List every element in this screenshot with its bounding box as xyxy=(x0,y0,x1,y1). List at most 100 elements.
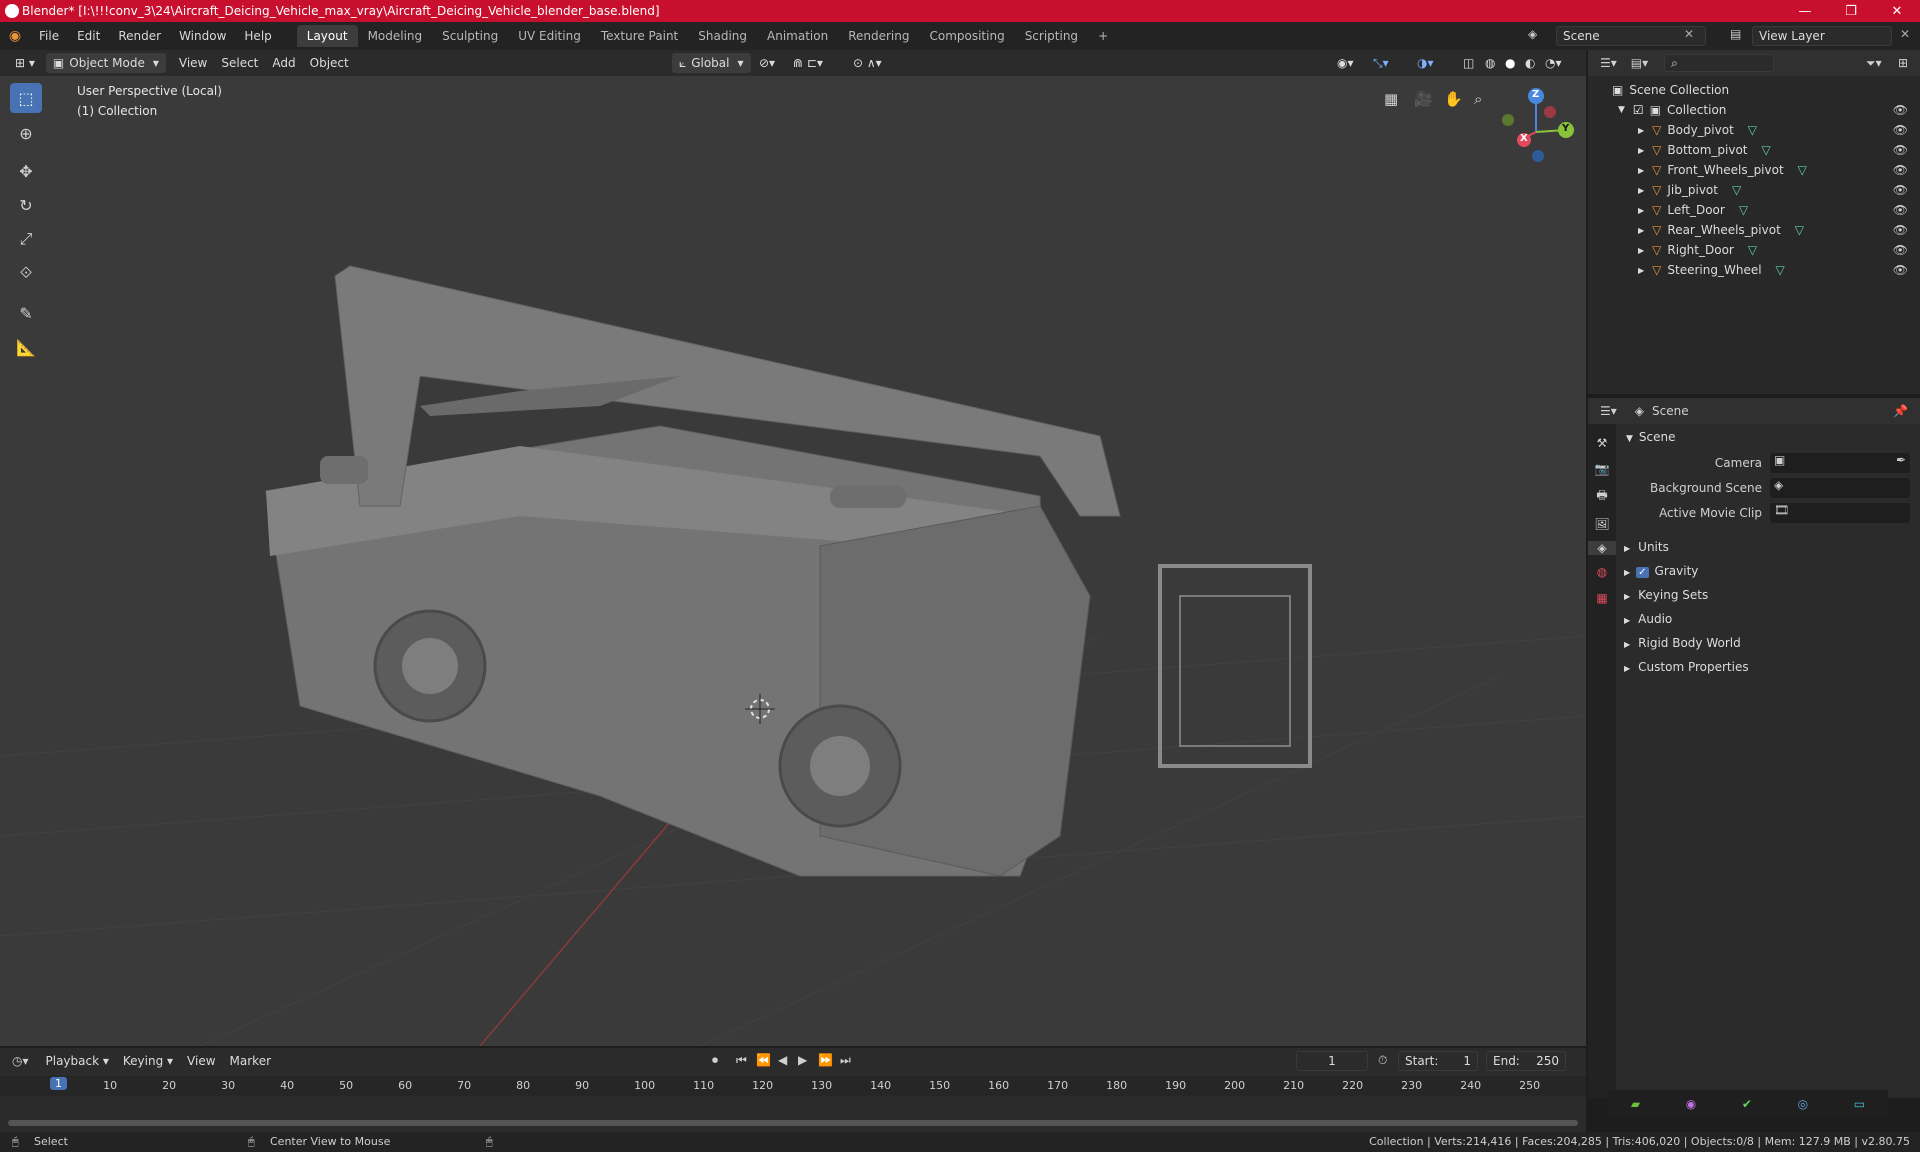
shading-rendered-icon[interactable]: ◔▾ xyxy=(1538,53,1569,73)
menu-view[interactable]: View xyxy=(172,53,214,73)
object-mode-dropdown[interactable]: ▣ Object Mode ▾ xyxy=(45,53,166,73)
gizmo-neg-x-icon[interactable] xyxy=(1544,106,1556,118)
active-movie-clip-field[interactable]: 🎞 xyxy=(1770,503,1910,523)
display-mode-icon[interactable]: ▤▾ xyxy=(1631,56,1648,70)
scene-selector-icon[interactable]: ◈ xyxy=(1528,27,1537,41)
expand-arrow-icon[interactable]: ▶ xyxy=(1638,126,1644,135)
view-layer-field[interactable]: View Layer xyxy=(1752,26,1892,46)
stopwatch-icon[interactable]: ⏱ xyxy=(1378,1053,1387,1068)
tab-animation[interactable]: Animation xyxy=(757,25,838,47)
start-frame-field[interactable]: Start: 1 xyxy=(1398,1051,1478,1071)
camera-field[interactable]: ▣ ✒ xyxy=(1770,453,1910,473)
end-frame-field[interactable]: End: 250 xyxy=(1486,1051,1566,1071)
expand-arrow-icon[interactable]: ▶ xyxy=(1638,146,1644,155)
world-tab-icon[interactable]: ◍ xyxy=(1588,565,1616,579)
rotate-tool-icon[interactable]: ↻ xyxy=(10,190,42,220)
minimize-button[interactable]: — xyxy=(1782,0,1828,22)
eyedropper-icon[interactable]: ✒ xyxy=(1896,453,1906,467)
timeline-scrollbar[interactable] xyxy=(8,1120,1578,1126)
outliner-row-body-pivot[interactable]: ▶ ▽ Body_pivot ▽ 👁 xyxy=(1588,120,1920,140)
gravity-section[interactable]: ▶ ✓ Gravity xyxy=(1624,564,1698,578)
maximize-button[interactable]: ❐ xyxy=(1828,0,1874,22)
scene-section-header[interactable]: ▼ Scene xyxy=(1626,430,1676,444)
tab-modeling[interactable]: Modeling xyxy=(358,25,433,47)
properties-editor-type-icon[interactable]: ☰▾ xyxy=(1600,404,1617,418)
close-scene-icon[interactable]: ✕ xyxy=(1684,27,1694,41)
background-scene-field[interactable]: ◈ xyxy=(1770,478,1910,498)
tab-sculpting[interactable]: Sculpting xyxy=(432,25,508,47)
menu-render[interactable]: Render xyxy=(109,29,170,43)
keying-sets-section[interactable]: ▶ Keying Sets xyxy=(1624,588,1708,602)
outliner-row-steering-wheel[interactable]: ▶ ▽ Steering_Wheel ▽ 👁 xyxy=(1588,260,1920,280)
current-frame-marker[interactable]: 1 xyxy=(50,1077,67,1090)
expand-arrow-icon[interactable]: ▶ xyxy=(1638,166,1644,175)
pan-view-hand-icon[interactable]: ✋ xyxy=(1444,90,1463,108)
gizmo-neg-z-icon[interactable] xyxy=(1532,150,1544,162)
tab-uv-editing[interactable]: UV Editing xyxy=(508,25,591,47)
jump-start-icon[interactable]: ⏮ xyxy=(736,1053,747,1068)
outliner-row-right-door[interactable]: ▶ ▽ Right_Door ▽ 👁 xyxy=(1588,240,1920,260)
annotate-tool-icon[interactable]: ✎ xyxy=(10,298,42,328)
timeline-editor-type-icon[interactable]: ◷▾ xyxy=(12,1054,29,1068)
outliner-row-jib-pivot[interactable]: ▶ ▽ Jib_pivot ▽ 👁 xyxy=(1588,180,1920,200)
pivot-point-icon[interactable]: ⊘▾ xyxy=(752,53,782,73)
menu-help[interactable]: Help xyxy=(235,29,280,43)
nvidia-icon[interactable]: ▰ xyxy=(1631,1097,1640,1111)
select-box-tool-icon[interactable]: ⬚ xyxy=(10,83,42,113)
pin-icon[interactable]: 📌 xyxy=(1893,404,1908,418)
tab-layout[interactable]: Layout xyxy=(296,25,358,47)
transform-tool-icon[interactable]: ⟐ xyxy=(10,258,42,288)
toggle-camera-grid-icon[interactable]: ▦ xyxy=(1384,90,1398,108)
camera-view-icon[interactable]: 🎥 xyxy=(1414,90,1433,108)
expand-arrow-icon[interactable]: ▶ xyxy=(1638,266,1644,275)
menu-timeline-view[interactable]: View xyxy=(180,1051,222,1071)
measure-tool-icon[interactable]: 📐 xyxy=(10,332,42,362)
close-view-layer-icon[interactable]: ✕ xyxy=(1900,27,1910,41)
expand-arrow-icon[interactable]: ▶ xyxy=(1638,186,1644,195)
tab-rendering[interactable]: Rendering xyxy=(838,25,919,47)
visibility-eye-icon[interactable]: 👁 xyxy=(1893,103,1908,117)
visibility-eye-icon[interactable]: 👁 xyxy=(1893,183,1908,197)
blender-menu-icon[interactable]: ◉ xyxy=(0,28,30,44)
expand-arrow-icon[interactable]: ▶ xyxy=(1638,226,1644,235)
proportional-editing-icon[interactable]: ⊙ ∧▾ xyxy=(846,53,889,73)
exclude-checkbox[interactable]: ☑ xyxy=(1633,103,1644,117)
expand-arrow-icon[interactable]: ▼ xyxy=(1618,105,1625,115)
menu-object[interactable]: Object xyxy=(303,53,356,73)
visibility-eye-icon[interactable]: 👁 xyxy=(1893,123,1908,137)
gravity-checkbox[interactable]: ✓ xyxy=(1636,567,1649,578)
visibility-eye-icon[interactable]: 👁 xyxy=(1893,203,1908,217)
custom-properties-section[interactable]: ▶ Custom Properties xyxy=(1624,660,1749,674)
outliner-row-left-door[interactable]: ▶ ▽ Left_Door ▽ 👁 xyxy=(1588,200,1920,220)
steam-icon[interactable]: ◎ xyxy=(1798,1097,1808,1111)
outliner-row-rear-wheels-pivot[interactable]: ▶ ▽ Rear_Wheels_pivot ▽ 👁 xyxy=(1588,220,1920,240)
units-section[interactable]: ▶ Units xyxy=(1624,540,1669,554)
jump-keyframe-back-icon[interactable]: ⏪ xyxy=(756,1053,771,1067)
rigid-body-world-section[interactable]: ▶ Rigid Body World xyxy=(1624,636,1741,650)
menu-keying[interactable]: Keying ▾ xyxy=(116,1051,180,1071)
play-reverse-icon[interactable]: ◀ xyxy=(778,1053,787,1067)
current-frame-field[interactable]: 1 xyxy=(1296,1051,1368,1071)
jump-end-icon[interactable]: ⏭ xyxy=(840,1053,851,1068)
expand-arrow-icon[interactable]: ▶ xyxy=(1638,206,1644,215)
frame-ruler[interactable]: 1 10 20 30 40 50 60 70 80 90 100 110 120 130 140 150 160… xyxy=(0,1076,1586,1096)
visibility-eye-icon[interactable]: 👁 xyxy=(1893,263,1908,277)
tab-compositing[interactable]: Compositing xyxy=(919,25,1014,47)
menu-edit[interactable]: Edit xyxy=(68,29,109,43)
app-tray-icon[interactable]: ◉ xyxy=(1686,1097,1696,1111)
visibility-eye-icon[interactable]: 👁 xyxy=(1893,143,1908,157)
visibility-eye-icon[interactable]: 👁 xyxy=(1893,163,1908,177)
tab-shading[interactable]: Shading xyxy=(688,25,757,47)
tab-scripting[interactable]: Scripting xyxy=(1015,25,1088,47)
outliner-row-collection[interactable]: ▼ ☑ ▣ Collection 👁 xyxy=(1588,100,1920,120)
menu-select[interactable]: Select xyxy=(214,53,265,73)
add-workspace-button[interactable]: + xyxy=(1088,25,1118,47)
gizmo-toggle-icon[interactable]: ⤡▾ xyxy=(1366,53,1396,73)
visibility-eye-icon[interactable]: 👁 xyxy=(1893,223,1908,237)
outliner-row-scene-collection[interactable]: ▣ Scene Collection xyxy=(1588,80,1920,100)
outliner-search-input[interactable]: ⌕ xyxy=(1664,54,1775,72)
outliner-row-front-wheels-pivot[interactable]: ▶ ▽ Front_Wheels_pivot ▽ 👁 xyxy=(1588,160,1920,180)
security-shield-icon[interactable]: ✔ xyxy=(1742,1097,1752,1111)
cursor-tool-icon[interactable]: ⊕ xyxy=(10,118,42,148)
scale-tool-icon[interactable]: ⤢ xyxy=(10,224,42,254)
